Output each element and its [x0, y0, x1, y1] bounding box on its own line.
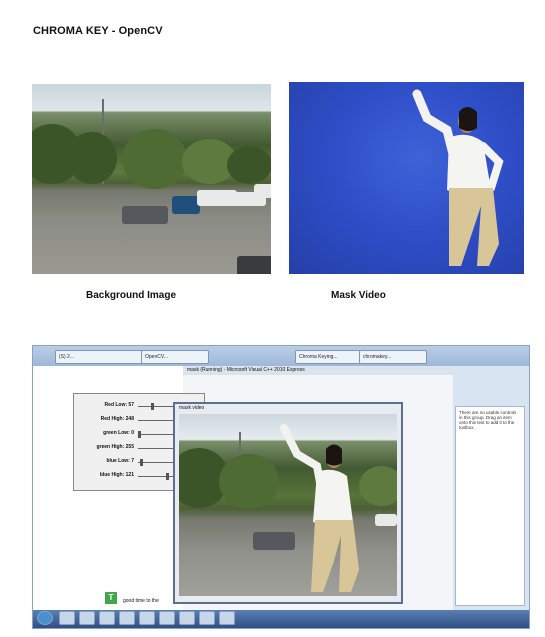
browser-tab[interactable]: (S) 2...: [55, 350, 143, 364]
slider-label: Red Low: 57: [104, 402, 134, 408]
status-text: good time to the: [123, 598, 159, 604]
dancer-figure: [412, 89, 504, 266]
car: [122, 206, 168, 224]
composited-frame: [179, 414, 397, 596]
taskbar-app-icon[interactable]: [139, 611, 155, 625]
taskbar-app-icon[interactable]: [159, 611, 175, 625]
blue-container: [172, 196, 200, 214]
status-badge: T: [105, 592, 117, 604]
car: [197, 190, 237, 206]
dancer-figure: [280, 424, 359, 592]
slider-label: green Low: 0: [103, 430, 134, 436]
slider-label: blue High: 121: [99, 472, 134, 478]
slider-label: blue Low: 7: [106, 458, 135, 464]
slider-thumb[interactable]: [138, 431, 141, 438]
tree: [122, 129, 187, 189]
slider-thumb[interactable]: [165, 473, 169, 480]
start-orb-icon[interactable]: [37, 611, 53, 625]
slider-label: green High: 255: [96, 444, 134, 450]
tree: [227, 146, 271, 184]
car: [237, 256, 271, 274]
toolbox-text: There are no usable controls in this gro…: [459, 410, 517, 430]
browser-tab[interactable]: Chroma Keying...: [295, 350, 363, 364]
desktop-screenshot: (S) 2... OpenCV... Chroma Keying... chro…: [32, 345, 530, 629]
toolbox-panel: There are no usable controls in this gro…: [455, 406, 525, 606]
composited-video-window[interactable]: mask video: [173, 402, 403, 604]
browser-tab[interactable]: chromakey...: [359, 350, 427, 364]
taskbar-app-icon[interactable]: [179, 611, 195, 625]
taskbar-app-icon[interactable]: [99, 611, 115, 625]
taskbar-app-icon[interactable]: [79, 611, 95, 625]
tree: [67, 132, 117, 184]
background-image: [32, 84, 271, 274]
slider-label: Red High: 248: [100, 416, 134, 422]
mask-video-frame: [289, 82, 524, 274]
background-caption: Background Image: [86, 290, 177, 301]
taskbar-app-icon[interactable]: [199, 611, 215, 625]
page-title: CHROMA KEY - OpenCV: [33, 25, 163, 37]
taskbar-app-icon[interactable]: [59, 611, 75, 625]
browser-tab-bar: (S) 2... OpenCV... Chroma Keying... chro…: [33, 346, 529, 366]
car: [254, 184, 271, 198]
taskbar-app-icon[interactable]: [219, 611, 235, 625]
mask-caption: Mask Video: [331, 290, 386, 301]
slider-thumb[interactable]: [150, 403, 154, 410]
vs-title: mask (Running) - Microsoft Visual C++ 20…: [183, 366, 457, 375]
taskbar-app-icon[interactable]: [119, 611, 135, 625]
taskbar: [33, 610, 529, 628]
browser-tab[interactable]: OpenCV...: [141, 350, 209, 364]
slider-thumb[interactable]: [139, 459, 143, 466]
video-window-title: mask video: [179, 405, 205, 411]
